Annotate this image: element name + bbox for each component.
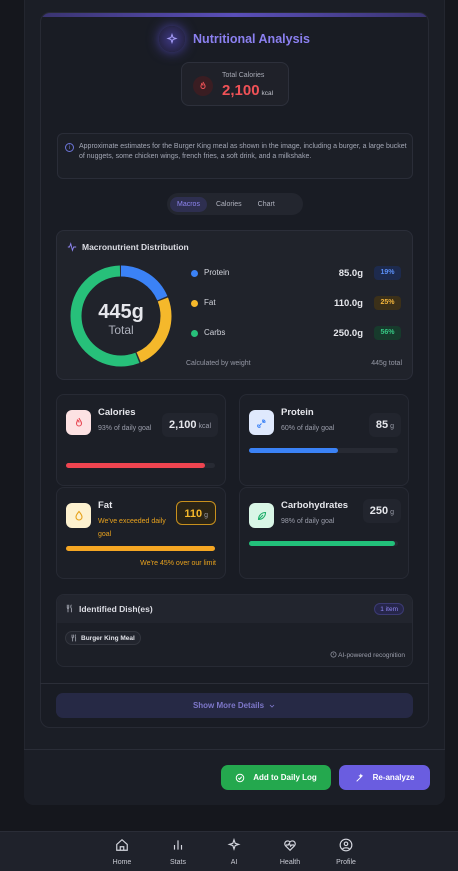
- macro-grams: 85.0g: [338, 268, 363, 279]
- flame-icon: [193, 76, 213, 96]
- macro-row-protein: Protein 85.0g 19%: [191, 266, 401, 282]
- nav-home[interactable]: Home: [102, 838, 142, 866]
- flame-icon: [66, 410, 91, 435]
- stat-sub-warning: We've exceeded daily goal: [98, 518, 166, 538]
- macro-grams: 110.0g: [333, 298, 363, 309]
- dish-name: Burger King Meal: [81, 635, 135, 642]
- add-to-log-label: Add to Daily Log: [253, 773, 317, 782]
- sparkle-icon: [159, 26, 186, 52]
- show-more-label: Show More Details: [192, 701, 265, 710]
- reanalyze-button[interactable]: Re-analyze: [339, 765, 430, 790]
- info-icon: [330, 651, 337, 658]
- donut-center-value: 445g: [98, 301, 144, 323]
- droplet-icon: [66, 503, 91, 528]
- stat-value: 250 g: [362, 499, 401, 523]
- identified-dishes-card: Identified Dish(es) 1 item Burger King M…: [56, 594, 413, 667]
- divider: [40, 683, 429, 684]
- ai-recognition-label: AI-powered recognition: [330, 651, 405, 659]
- calc-method-label: Calculated by weight: [186, 360, 251, 367]
- fat-progress-fill: [66, 546, 215, 551]
- total-weight-label: 445g total: [371, 360, 402, 367]
- page-title: Nutritional Analysis: [193, 32, 310, 46]
- view-tabs: Macros Calories Chart: [167, 193, 303, 215]
- nav-stats[interactable]: Stats: [158, 838, 198, 866]
- donut-center-label: Total: [108, 323, 133, 337]
- wand-icon: [355, 773, 363, 782]
- protein-progress-fill: [249, 448, 339, 453]
- page: Nutritional Analysis Total Calories 2,10…: [0, 0, 458, 871]
- macro-name: Protein: [204, 268, 230, 277]
- protein-progress-bar: [249, 448, 398, 453]
- macro-distribution-card: Macronutrient Distribution 445g Total Pr…: [56, 230, 413, 380]
- stat-value: 85 g: [368, 413, 401, 437]
- tab-macros[interactable]: Macros: [170, 196, 207, 212]
- macro-name: Fat: [204, 298, 216, 307]
- home-icon: [116, 838, 128, 851]
- distribution-title: Macronutrient Distribution: [82, 242, 189, 252]
- show-more-details-button[interactable]: Show More Details: [56, 693, 413, 718]
- stat-value: 110 g: [176, 501, 216, 525]
- nav-profile[interactable]: Profile: [326, 838, 366, 866]
- chevron-down-icon: [269, 704, 275, 708]
- bottom-nav: Home Stats AI Health Profile: [0, 831, 458, 871]
- protein-card: Protein 60% of daily goal 85 g: [239, 394, 409, 486]
- dishes-title: Identified Dish(es): [79, 604, 153, 614]
- info-icon: i: [65, 143, 74, 152]
- total-calories-value: 2,100 kcal: [222, 82, 274, 99]
- protein-icon: [249, 410, 274, 435]
- tab-calories[interactable]: Calories: [209, 197, 249, 212]
- carbs-card: Carbohydrates 98% of daily goal 250 g: [239, 487, 409, 579]
- stat-sub: 60% of daily goal: [281, 425, 335, 432]
- pulse-icon: [67, 242, 77, 252]
- legend-dot-fat: [191, 300, 198, 307]
- calories-card: Calories 93% of daily goal 2,100 kcal: [56, 394, 226, 486]
- leaf-icon: [249, 503, 274, 528]
- legend-dot-carbs: [191, 330, 198, 337]
- nav-health[interactable]: Health: [270, 838, 310, 866]
- macro-percent-badge: 56%: [374, 326, 401, 340]
- fat-card: Fat We've exceeded daily goal 110 g We're…: [56, 487, 226, 579]
- legend-dot-protein: [191, 270, 198, 277]
- carbs-progress-fill: [249, 541, 396, 546]
- stat-name: Protein: [281, 407, 314, 418]
- add-to-daily-log-button[interactable]: Add to Daily Log: [221, 765, 331, 790]
- macro-percent-badge: 25%: [374, 296, 401, 310]
- fork-knife-icon: [71, 634, 77, 642]
- macro-percent-badge: 19%: [374, 266, 401, 280]
- stats-icon: [173, 840, 183, 850]
- estimate-note: i Approximate estimates for the Burger K…: [57, 133, 413, 179]
- dish-chip[interactable]: Burger King Meal: [65, 631, 141, 645]
- total-calories-pill: Total Calories 2,100 kcal: [181, 62, 289, 106]
- fat-progress-bar: [66, 546, 215, 551]
- check-circle-icon: [235, 773, 245, 782]
- stat-sub: 98% of daily goal: [281, 518, 335, 525]
- stat-value: 2,100 kcal: [162, 413, 218, 437]
- stat-name: Fat: [98, 500, 113, 511]
- macro-donut-chart: 445g Total: [70, 265, 172, 367]
- over-limit-note: We're 45% over our limit: [140, 560, 216, 567]
- nav-ai[interactable]: AI: [214, 837, 254, 866]
- dishes-count-badge: 1 item: [374, 603, 404, 615]
- stat-name: Carbohydrates: [281, 500, 349, 511]
- stat-name: Calories: [98, 407, 136, 418]
- analysis-header: Nutritional Analysis: [40, 26, 429, 52]
- ai-sparkle-icon: [227, 837, 241, 851]
- total-calories-label: Total Calories: [222, 72, 265, 79]
- tab-chart[interactable]: Chart: [251, 197, 282, 212]
- calories-progress-fill: [66, 463, 205, 468]
- carbs-progress-bar: [249, 541, 398, 546]
- heart-pulse-icon: [284, 840, 296, 852]
- macro-grams: 250.0g: [333, 328, 363, 339]
- dishes-header: Identified Dish(es) 1 item: [57, 595, 412, 623]
- macro-name: Carbs: [204, 328, 226, 337]
- macro-row-fat: Fat 110.0g 25%: [191, 296, 401, 312]
- reanalyze-label: Re-analyze: [372, 773, 415, 782]
- calories-progress-bar: [66, 463, 215, 468]
- macro-row-carbs: Carbs 250.0g 56%: [191, 326, 401, 342]
- estimate-note-text: Approximate estimates for the Burger Kin…: [79, 143, 407, 160]
- profile-icon: [339, 838, 353, 852]
- fork-knife-icon: [66, 604, 72, 613]
